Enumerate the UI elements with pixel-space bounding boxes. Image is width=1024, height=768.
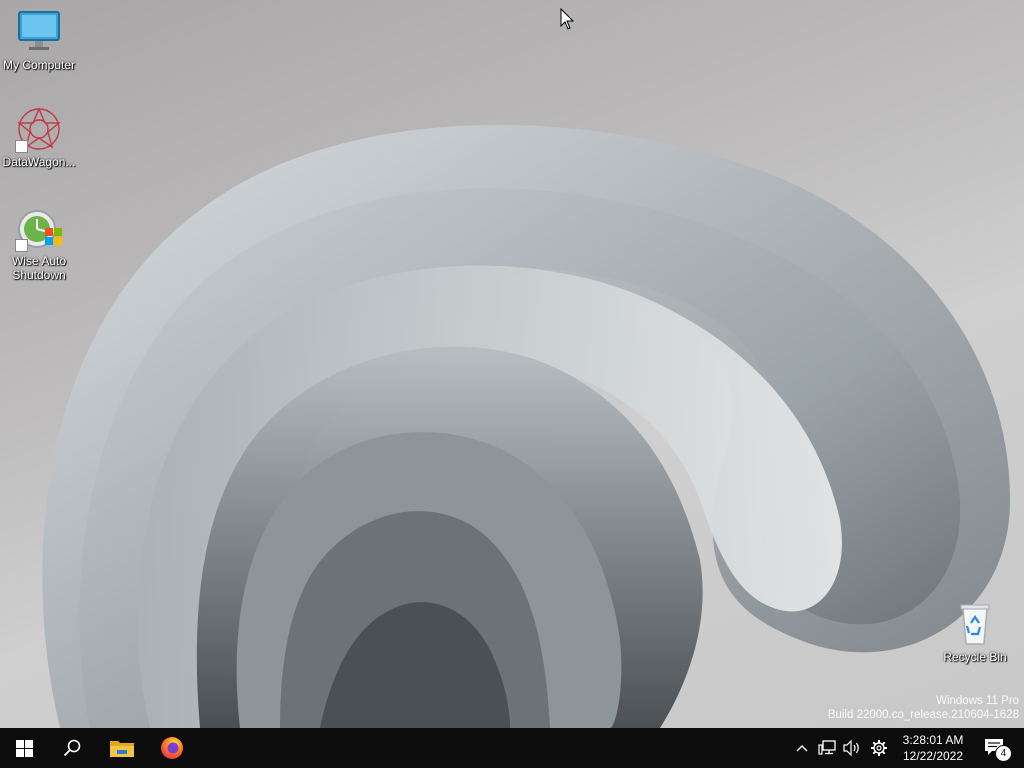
network-button[interactable] <box>815 728 839 768</box>
start-button[interactable] <box>0 728 48 768</box>
watermark-build: Build 22000.co_release.210604-1628 <box>827 709 1019 721</box>
label-line1: Wise Auto <box>11 254 67 268</box>
show-hidden-icons-button[interactable] <box>792 728 812 768</box>
firefox-button[interactable] <box>148 728 196 768</box>
os-watermark: Windows 11 Pro Build 22000.co_release.21… <box>828 694 1019 722</box>
datawagon-flower-icon <box>15 105 63 153</box>
desktop-icon-label: My Computer <box>2 58 76 72</box>
clock-date: 12/22/2022 <box>902 749 964 763</box>
desktop-icon-wise-auto-shutdown[interactable]: Wise Auto Shutdown <box>1 204 77 282</box>
desktop-icon-my-computer[interactable]: My Computer <box>1 8 77 72</box>
clock-shortcut-icon <box>15 204 63 252</box>
volume-icon <box>843 740 859 756</box>
firefox-icon <box>161 737 183 759</box>
wallpaper <box>42 124 1010 728</box>
shortcut-arrow-icon <box>15 239 28 252</box>
network-icon <box>818 740 836 755</box>
recycle-bin-icon <box>951 600 999 648</box>
desktop: My Computer DataWagon... Wise Auto Shutd… <box>0 0 1024 728</box>
mouse-pointer-icon <box>560 8 574 30</box>
taskbar: 3:28:01 AM 12/22/2022 4 <box>0 728 1024 768</box>
shortcut-arrow-icon <box>15 140 28 153</box>
search-icon <box>63 739 81 757</box>
windows-start-icon <box>15 739 33 757</box>
gear-icon <box>871 740 887 756</box>
volume-button[interactable] <box>840 728 864 768</box>
clock[interactable]: 3:28:01 AM 12/22/2022 <box>896 728 970 768</box>
desktop-icon-label: DataWagon... <box>2 155 76 169</box>
file-explorer-icon <box>110 741 134 757</box>
desktop-icon-recycle-bin[interactable]: Recycle Bin <box>937 600 1013 664</box>
clock-time: 3:28:01 AM <box>902 733 964 747</box>
watermark-edition: Windows 11 Pro <box>936 695 1019 707</box>
notification-icon-wrap: 4 <box>984 738 1012 762</box>
desktop-icon-label: Recycle Bin <box>943 650 1007 664</box>
file-explorer-button[interactable] <box>98 728 146 768</box>
search-button[interactable] <box>48 728 96 768</box>
label-line2: Shutdown <box>12 268 66 282</box>
desktop-icon-datawagon[interactable]: DataWagon... <box>1 105 77 169</box>
monitor-icon <box>15 8 63 56</box>
notification-center-button[interactable]: 4 <box>978 728 1012 768</box>
chevron-up-icon <box>796 745 808 752</box>
settings-tray-button[interactable] <box>866 728 892 768</box>
desktop-icon-label: Wise Auto Shutdown <box>12 254 66 282</box>
notification-count-badge: 4 <box>995 745 1012 762</box>
